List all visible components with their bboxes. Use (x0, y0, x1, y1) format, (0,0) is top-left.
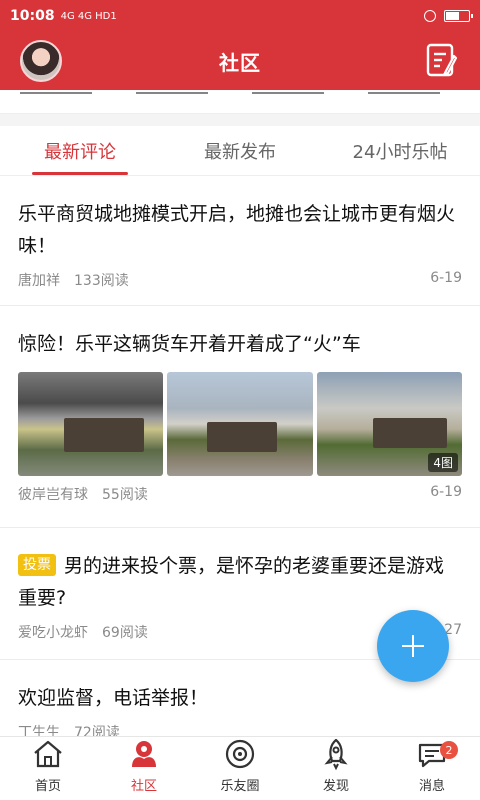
tab-24h-posts[interactable]: 24小时乐帖 (320, 126, 480, 175)
nav-label: 首页 (34, 779, 61, 794)
post-reads: 69阅读 (102, 625, 148, 641)
app-header: 社区 (0, 32, 480, 90)
tab-latest-posts[interactable]: 最新发布 (160, 126, 320, 175)
signal-indicators: 4G 4G HD1 (60, 10, 117, 22)
plus-icon (402, 635, 424, 657)
battery-icon (444, 10, 473, 22)
post-image[interactable]: 4图 (316, 372, 462, 476)
home-icon (34, 740, 62, 768)
post-author: 彼岸岂有球 (18, 487, 88, 503)
post-date: 6-19 (430, 270, 462, 286)
community-icon (132, 741, 156, 767)
post-author: 爱吃小龙虾 (18, 625, 88, 641)
friends-circle-icon (225, 739, 255, 769)
category-strip (0, 90, 480, 114)
nav-friends-circle[interactable]: 乐友圈 (192, 737, 288, 800)
unread-badge: 2 (440, 741, 458, 759)
post-item[interactable]: 乐平商贸城地摊模式开启，地摊也会让城市更有烟火味！ 唐加祥 133阅读 6-19 (0, 176, 480, 306)
post-image[interactable] (18, 372, 164, 476)
nav-label: 社区 (130, 779, 157, 794)
tab-latest-comments[interactable]: 最新评论 (0, 126, 160, 175)
user-avatar[interactable] (20, 40, 62, 82)
compose-icon[interactable] (424, 42, 460, 80)
rocket-icon (324, 738, 348, 771)
nav-label: 发现 (322, 779, 349, 794)
status-bar: 10:08 4G 4G HD1 (0, 0, 480, 32)
nav-label: 消息 (418, 779, 445, 794)
post-title: 惊险！乐平这辆货车开着开着成了“火”车 (18, 333, 361, 355)
image-count-badge: 4图 (428, 453, 458, 472)
post-image-grid: 4图 (18, 372, 462, 476)
nav-community[interactable]: 社区 (96, 737, 192, 800)
post-title: 投票 男的进来投个票，是怀孕的老婆重要还是游戏重要? (18, 554, 445, 609)
nav-discover[interactable]: 发现 (288, 737, 384, 800)
post-title: 欢迎监督，电话举报！ (18, 687, 209, 709)
post-title: 乐平商贸城地摊模式开启，地摊也会让城市更有烟火味！ (18, 203, 456, 257)
post-reads: 72阅读 (74, 725, 120, 736)
bottom-nav: 首页 社区 乐友圈 发现 2 消息 (0, 736, 480, 800)
post-image[interactable] (167, 372, 313, 476)
page-title: 社区 (219, 50, 261, 75)
post-meta: 彼岸岂有球 55阅读 6-19 (18, 484, 462, 504)
nav-messages[interactable]: 2 消息 (384, 737, 480, 800)
section-divider (0, 114, 480, 126)
post-meta: 唐加祥 133阅读 6-19 (18, 270, 462, 290)
status-time: 10:08 (10, 8, 55, 24)
rotation-lock-icon (424, 10, 436, 22)
nav-home[interactable]: 首页 (0, 737, 96, 800)
post-date: 6-19 (430, 484, 462, 500)
post-reads: 55阅读 (102, 487, 148, 503)
new-post-button[interactable] (377, 610, 449, 682)
feed-tabs: 最新评论 最新发布 24小时乐帖 (0, 126, 480, 176)
post-meta: 丁生生 72阅读 (18, 722, 462, 736)
post-author: 丁生生 (18, 725, 60, 736)
post-item[interactable]: 惊险！乐平这辆货车开着开着成了“火”车 4图 彼岸岂有球 55阅读 6-19 (0, 306, 480, 528)
post-author: 唐加祥 (18, 273, 60, 289)
vote-tag: 投票 (18, 554, 56, 576)
nav-label: 乐友圈 (220, 779, 260, 794)
post-reads: 133阅读 (74, 273, 129, 289)
